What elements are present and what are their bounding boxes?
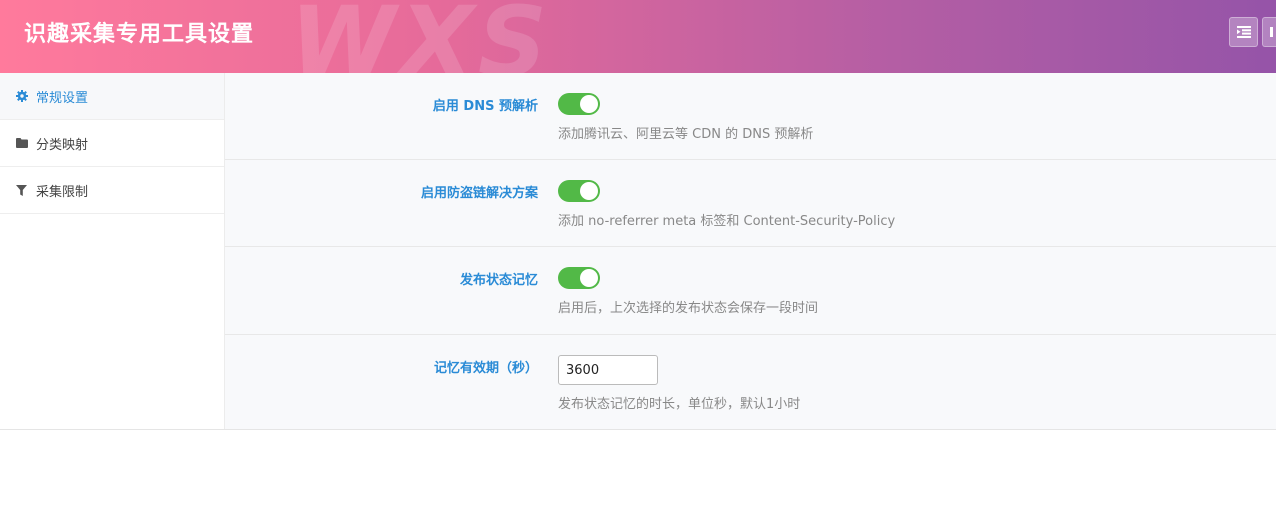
section-divider xyxy=(0,429,1276,430)
sidebar-item-category-mapping[interactable]: 分类映射 xyxy=(0,120,224,167)
memory-ttl-input[interactable] xyxy=(558,355,658,385)
remember-status-toggle[interactable] xyxy=(558,267,600,289)
anti-hotlink-toggle[interactable] xyxy=(558,180,600,202)
setting-row-dns: 启用 DNS 预解析 添加腾讯云、阿里云等 CDN 的 DNS 预解析 xyxy=(225,73,1276,160)
toggle-knob xyxy=(580,269,598,287)
setting-description: 添加腾讯云、阿里云等 CDN 的 DNS 预解析 xyxy=(558,127,814,142)
setting-label: 记忆有效期（秒） xyxy=(433,361,538,376)
setting-row-remember-status: 发布状态记忆 启用后，上次选择的发布状态会保存一段时间 xyxy=(225,247,1276,335)
page-header: WXS 识趣采集专用工具设置 xyxy=(0,0,1276,73)
setting-row-memory-ttl: 记忆有效期（秒） 发布状态记忆的时长，单位秒，默认1小时 xyxy=(225,335,1276,430)
sidebar: 常规设置 分类映射 采集限制 xyxy=(0,73,225,430)
header-watermark: WXS xyxy=(290,0,552,73)
page-title: 识趣采集专用工具设置 xyxy=(24,22,255,47)
dns-prefetch-toggle[interactable] xyxy=(558,93,600,115)
header-action-button[interactable] xyxy=(1262,17,1276,47)
setting-description: 添加 no-referrer meta 标签和 Content-Security… xyxy=(558,214,896,229)
settings-panel: 启用 DNS 预解析 添加腾讯云、阿里云等 CDN 的 DNS 预解析 启用防盗… xyxy=(225,73,1276,430)
sidebar-item-label: 分类映射 xyxy=(36,137,89,153)
sidebar-item-collect-limits[interactable]: 采集限制 xyxy=(0,167,224,214)
setting-description: 启用后，上次选择的发布状态会保存一段时间 xyxy=(558,301,819,316)
toggle-knob xyxy=(580,95,598,113)
setting-label: 发布状态记忆 xyxy=(459,273,538,288)
sidebar-item-label: 采集限制 xyxy=(36,184,89,200)
setting-label: 启用 DNS 预解析 xyxy=(432,99,538,114)
sidebar-item-general[interactable]: 常规设置 xyxy=(0,73,224,120)
folder-icon xyxy=(15,137,28,150)
filter-icon xyxy=(15,184,28,197)
gear-icon xyxy=(15,90,28,103)
setting-label: 启用防盗链解决方案 xyxy=(420,186,538,201)
partial-button-icon xyxy=(1269,23,1275,42)
setting-description: 发布状态记忆的时长，单位秒，默认1小时 xyxy=(558,397,801,412)
sidebar-item-label: 常规设置 xyxy=(36,90,89,106)
setting-row-anti-hotlink: 启用防盗链解决方案 添加 no-referrer meta 标签和 Conten… xyxy=(225,160,1276,247)
menu-toggle-button[interactable] xyxy=(1229,17,1258,47)
toggle-knob xyxy=(580,182,598,200)
menu-indent-icon xyxy=(1236,23,1251,42)
